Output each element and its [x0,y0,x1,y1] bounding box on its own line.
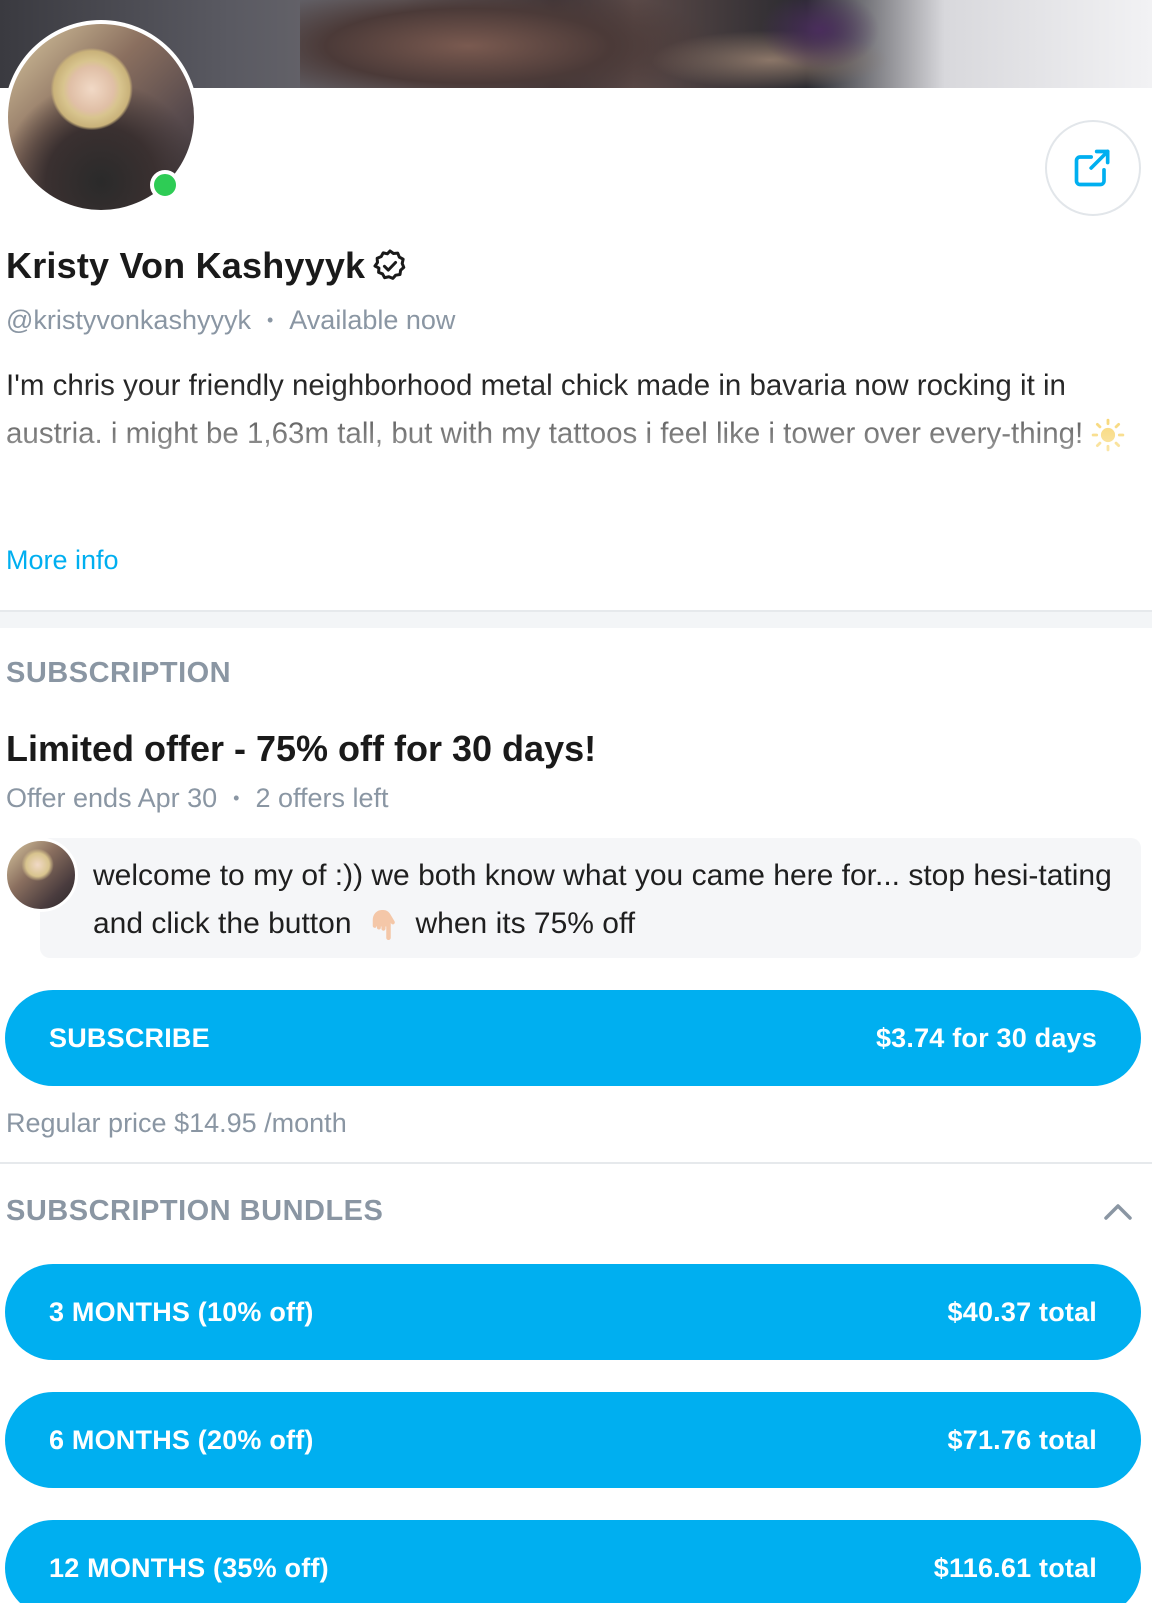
separator-dot: • [233,788,240,808]
bundle-label: 6 MONTHS (20% off) [49,1424,314,1455]
regular-price: Regular price $14.95 /month [6,1108,347,1138]
offer-meta: Offer ends Apr 30 • 2 offers left [6,783,389,814]
bundle-price: $40.37 total [947,1296,1097,1327]
bundle-price: $71.76 total [947,1424,1097,1455]
offers-left: 2 offers left [255,783,389,813]
verified-icon [371,247,409,285]
subscribe-label: SUBSCRIBE [49,1022,210,1053]
profile-name-row: Kristy Von Kashyyyk [6,245,409,287]
profile-name: Kristy Von Kashyyyk [6,245,366,286]
share-icon [1074,149,1110,187]
more-info-link[interactable]: More info [6,545,119,576]
subscription-section-title: SUBSCRIPTION [6,657,232,689]
bundles-section-title: SUBSCRIPTION BUNDLES [6,1195,384,1227]
bundle-label: 3 MONTHS (10% off) [49,1296,314,1327]
separator-dot: • [266,310,274,330]
chevron-up-icon [1104,1204,1132,1220]
section-divider [0,610,1152,628]
creator-message: welcome to my of :)) we both know what y… [93,852,1133,948]
pointing-hand-emoji-icon [366,907,402,943]
message-text-end: when its 75% off [415,907,636,940]
subscribe-button[interactable]: SUBSCRIBE $3.74 for 30 days [5,990,1141,1086]
offer-ends: Offer ends Apr 30 [6,783,218,813]
message-avatar [4,838,78,912]
subscribe-price: $3.74 for 30 days [875,1022,1097,1053]
bundle-price: $116.61 total [933,1552,1097,1583]
profile-handle: @kristyvonkashyyyk [6,305,251,335]
collapse-bundles-button[interactable] [1098,1196,1138,1226]
profile-bio: I'm chris your friendly neighborhood met… [6,362,1136,458]
bio-text: I'm chris your friendly neighborhood met… [6,369,1084,450]
handle-row: @kristyvonkashyyyk • Available now [6,305,455,336]
bundle-6-months-button[interactable]: 6 MONTHS (20% off) $71.76 total [5,1392,1141,1488]
bundle-12-months-button[interactable]: 12 MONTHS (35% off) $116.61 total [5,1520,1141,1603]
bundle-3-months-button[interactable]: 3 MONTHS (10% off) $40.37 total [5,1264,1141,1360]
online-status-dot [150,170,180,200]
sun-emoji-icon [1091,418,1125,452]
share-button[interactable] [1045,120,1141,216]
section-divider [0,1162,1152,1164]
bundle-label: 12 MONTHS (35% off) [49,1552,329,1583]
availability-status: Available now [289,305,456,335]
offer-title: Limited offer - 75% off for 30 days! [6,728,597,769]
